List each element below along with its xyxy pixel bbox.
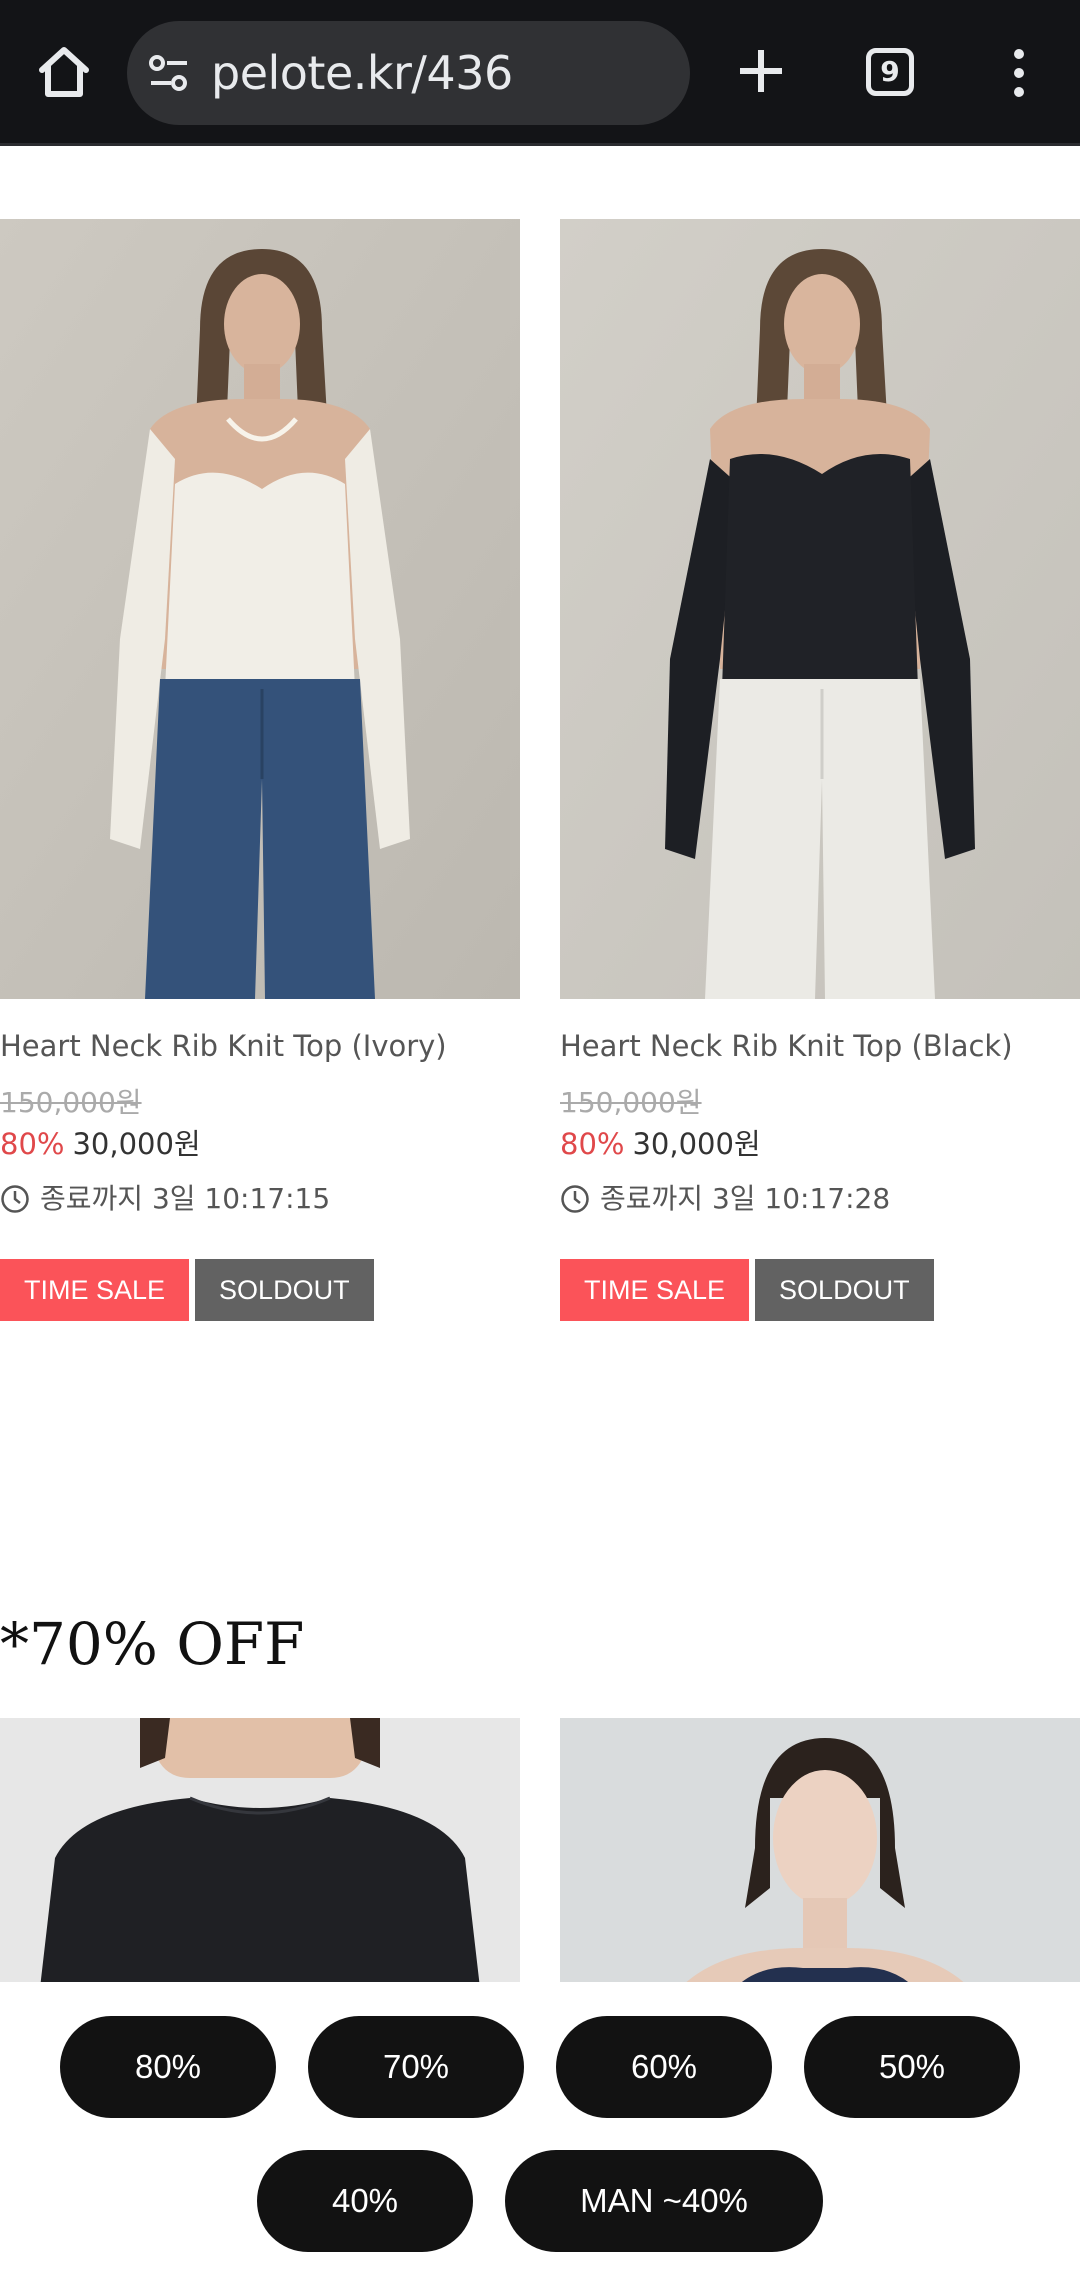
- product-original-price: 150,000원: [0, 1086, 142, 1119]
- product-price: 80% 30,000원: [0, 1121, 201, 1163]
- product-tags: TIME SALE SOLDOUT: [0, 1259, 374, 1321]
- site-settings-icon[interactable]: [147, 51, 191, 95]
- filter-40-button[interactable]: 40%: [257, 2150, 473, 2252]
- sale-price: 30,000원: [632, 1127, 761, 1161]
- filter-man-button[interactable]: MAN ~40%: [505, 2150, 823, 2252]
- product-card[interactable]: Heart Neck Rib Knit Top (Black) 150,000원…: [560, 219, 1080, 1321]
- timer-text: 종료까지 3일 10:17:15: [40, 1182, 331, 1215]
- product-name[interactable]: Heart Neck Rib Knit Top (Black): [560, 1029, 1013, 1063]
- soldout-badge: SOLDOUT: [755, 1259, 934, 1321]
- product-original-price: 150,000원: [560, 1086, 702, 1119]
- clock-icon: [561, 1185, 589, 1213]
- clock-icon: [1, 1185, 29, 1213]
- time-sale-badge: TIME SALE: [560, 1259, 750, 1321]
- product-image[interactable]: [560, 219, 1080, 999]
- product-price: 80% 30,000원: [560, 1121, 761, 1163]
- soldout-badge: SOLDOUT: [195, 1259, 374, 1321]
- discount-filter-bar: 80% 70% 60% 50% 40% MAN ~40%: [0, 1982, 1080, 2284]
- timer-text: 종료까지 3일 10:17:28: [600, 1182, 891, 1215]
- filter-80-button[interactable]: 80%: [60, 2016, 276, 2118]
- home-icon[interactable]: [34, 42, 94, 102]
- discount-rate: 80%: [0, 1127, 65, 1161]
- time-sale-badge: TIME SALE: [0, 1259, 190, 1321]
- filter-50-button[interactable]: 50%: [804, 2016, 1020, 2118]
- sale-timer: 종료까지 3일 10:17:28: [560, 1177, 890, 1217]
- sale-timer: 종료까지 3일 10:17:15: [0, 1177, 330, 1217]
- filter-60-button[interactable]: 60%: [556, 2016, 772, 2118]
- url-text[interactable]: pelote.kr/436: [211, 21, 513, 125]
- product-tags: TIME SALE SOLDOUT: [560, 1259, 934, 1321]
- product-card[interactable]: Heart Neck Rib Knit Top (Ivory) 150,000원…: [0, 219, 520, 1321]
- product-image[interactable]: [560, 1718, 1080, 1988]
- tab-switcher-button[interactable]: 9: [866, 48, 914, 96]
- browser-toolbar: pelote.kr/436 9: [0, 0, 1080, 146]
- discount-rate: 80%: [560, 1127, 625, 1161]
- new-tab-icon[interactable]: [734, 44, 788, 98]
- filter-70-button[interactable]: 70%: [308, 2016, 524, 2118]
- product-image[interactable]: [0, 219, 520, 999]
- more-menu-icon[interactable]: [1004, 48, 1034, 98]
- sale-price: 30,000원: [72, 1127, 201, 1161]
- product-image[interactable]: [0, 1718, 520, 1988]
- product-name[interactable]: Heart Neck Rib Knit Top (Ivory): [0, 1029, 447, 1063]
- section-title: *70% OFF: [0, 1610, 305, 1678]
- address-bar[interactable]: pelote.kr/436: [127, 21, 690, 125]
